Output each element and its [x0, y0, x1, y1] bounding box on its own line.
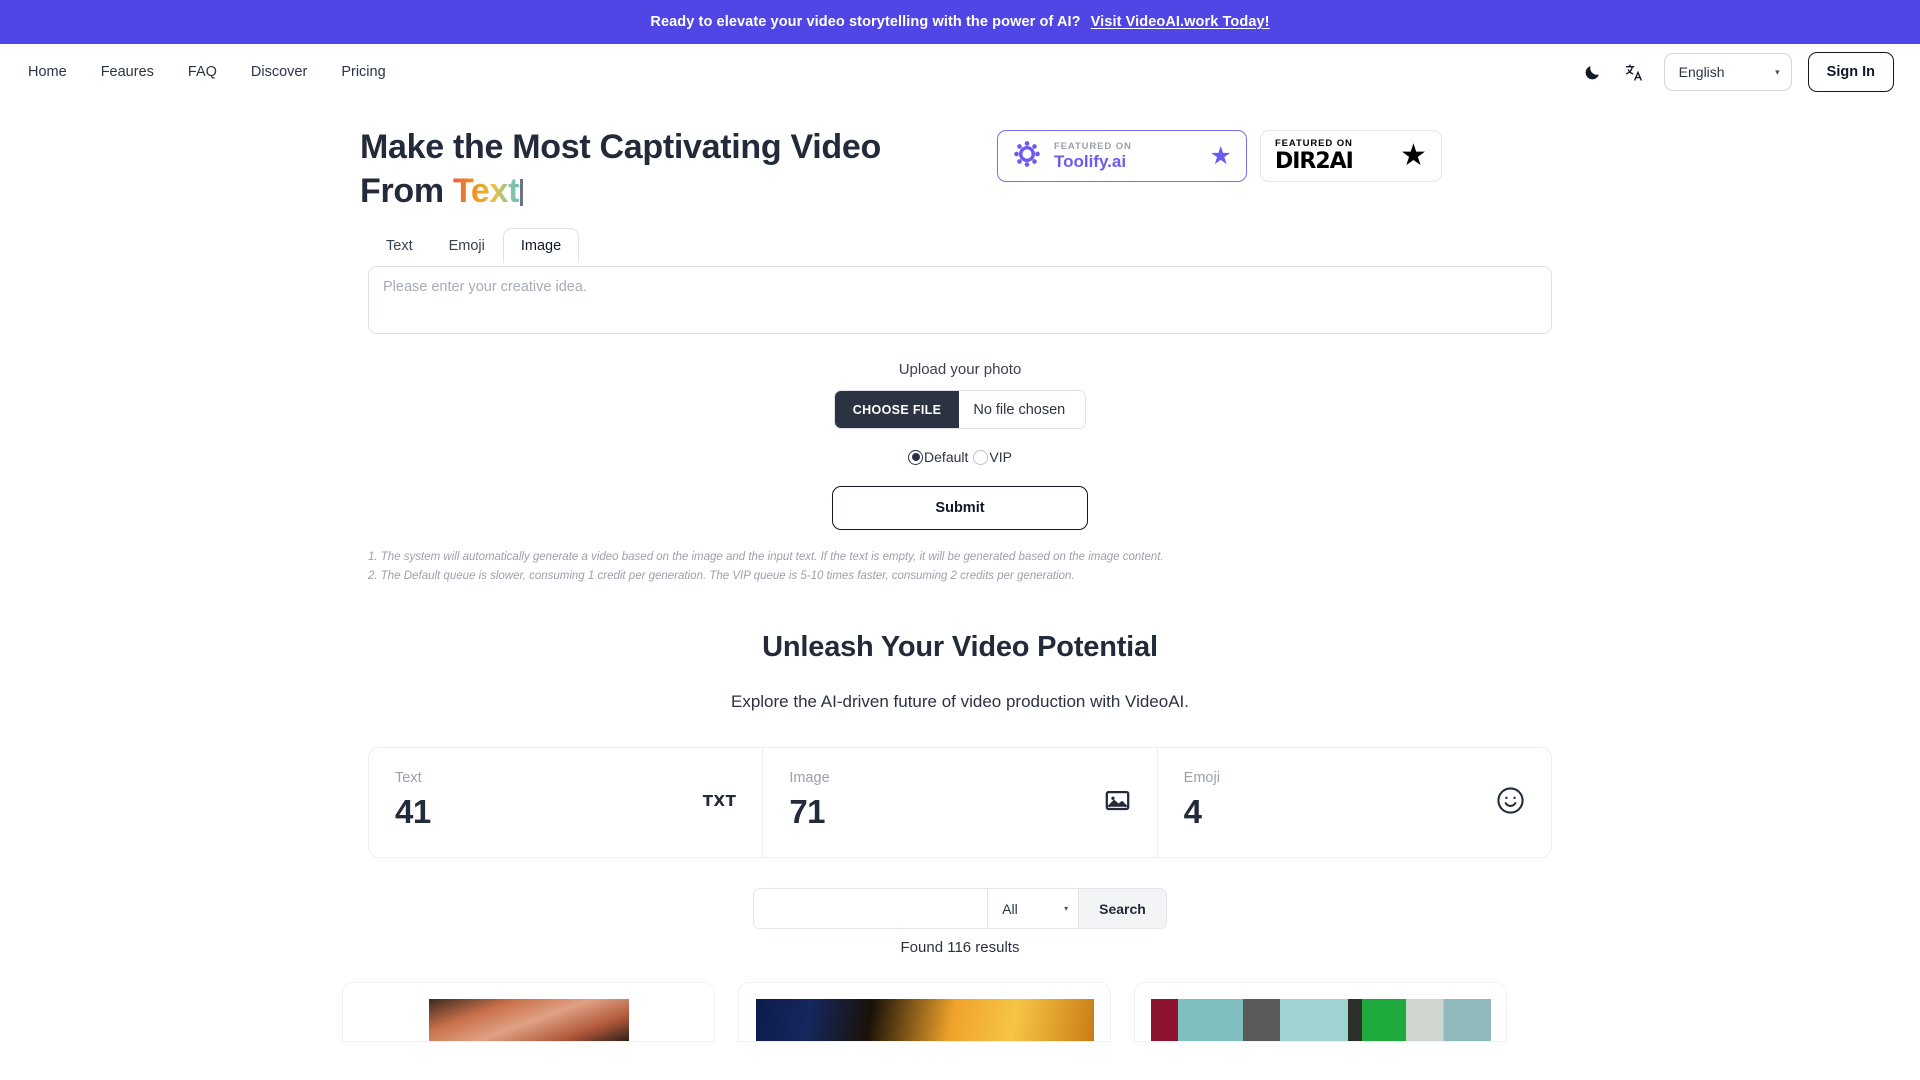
- language-selector-value: English: [1678, 64, 1725, 80]
- search-filter-select[interactable]: All ▾: [987, 889, 1079, 929]
- search-filter-value: All: [1002, 900, 1018, 917]
- hero-title-line2-prefix: From: [360, 171, 453, 210]
- language-selector[interactable]: English ▾: [1663, 53, 1792, 91]
- badge-toolify-text: FEATURED ON Toolify.ai: [1054, 141, 1132, 172]
- txt-icon: TXT: [702, 791, 737, 810]
- tab-text[interactable]: Text: [368, 228, 431, 263]
- tab-emoji[interactable]: Emoji: [431, 228, 503, 263]
- moon-icon[interactable]: [1580, 59, 1606, 85]
- file-input[interactable]: CHOOSE FILE No file chosen: [833, 390, 1087, 430]
- choose-file-button[interactable]: CHOOSE FILE: [834, 391, 960, 429]
- translate-icon[interactable]: [1622, 59, 1648, 85]
- gallery-grid: [342, 982, 1920, 1043]
- stat-text-value: 41: [395, 793, 431, 831]
- promo-banner-link[interactable]: Visit VideoAI.work Today!: [1091, 14, 1270, 30]
- file-name-label: No file chosen: [959, 391, 1086, 429]
- featured-badges: FEATURED ON Toolify.ai ★ FEATURED ON DIR…: [996, 130, 1442, 182]
- nav-link-features[interactable]: Feaures: [101, 64, 154, 80]
- nav-actions: English ▾ Sign In: [1580, 52, 1894, 92]
- search-section: All ▾ Search: [0, 888, 1920, 930]
- badge-dir2ai[interactable]: FEATURED ON DIR2AI ★: [1259, 130, 1442, 182]
- search-bar: All ▾ Search: [753, 888, 1167, 930]
- sign-in-button[interactable]: Sign In: [1807, 52, 1894, 92]
- radio-vip-label: VIP: [989, 449, 1012, 466]
- gallery-thumbnail-1: [428, 999, 629, 1042]
- nav-link-discover[interactable]: Discover: [251, 64, 307, 80]
- generator-note-2: 2. The Default queue is slower, consumin…: [368, 569, 1075, 582]
- tab-image[interactable]: Image: [502, 228, 580, 264]
- generator-notes: 1. The system will automatically generat…: [368, 548, 1552, 585]
- gallery-card-1[interactable]: [342, 982, 715, 1043]
- radio-vip-control[interactable]: [973, 449, 989, 465]
- stat-emoji-label: Emoji: [1183, 770, 1220, 787]
- idea-input[interactable]: [368, 266, 1552, 335]
- file-upload-row: CHOOSE FILE No file chosen: [368, 390, 1552, 430]
- badge-dir2ai-featured-label: FEATURED ON: [1274, 137, 1353, 149]
- search-button[interactable]: Search: [1078, 889, 1166, 929]
- badge-toolify-featured-label: FEATURED ON: [1053, 140, 1132, 152]
- hero-section: Make the Most Captivating Video From Tex…: [0, 100, 1920, 213]
- generator-form: Text Emoji Image Upload your photo CHOOS…: [368, 227, 1552, 585]
- hero-title-gradient-word: Text: [452, 171, 520, 210]
- hero-title-line1: Make the Most Captivating Video: [360, 128, 881, 166]
- gallery-thumbnail-2: [755, 999, 1094, 1042]
- stat-card-emoji: Emoji 4: [1156, 748, 1551, 858]
- typing-caret: [520, 178, 523, 206]
- submit-button[interactable]: Submit: [832, 486, 1088, 531]
- radio-vip[interactable]: VIP: [973, 449, 1012, 465]
- main-navigation: Home Feaures FAQ Discover Pricing Englis…: [0, 44, 1920, 100]
- nav-link-pricing[interactable]: Pricing: [341, 64, 385, 80]
- nav-link-faq[interactable]: FAQ: [188, 64, 217, 80]
- chevron-down-icon: ▾: [1775, 66, 1780, 77]
- promo-banner: Ready to elevate your video storytelling…: [0, 0, 1920, 44]
- page-title: Make the Most Captivating Video From Tex…: [360, 126, 881, 213]
- submit-row: Submit: [368, 486, 1552, 531]
- potential-section: Unleash Your Video Potential Explore the…: [0, 631, 1920, 712]
- nav-link-home[interactable]: Home: [28, 64, 67, 80]
- radio-default[interactable]: Default: [908, 449, 968, 465]
- picture-icon: [1104, 787, 1131, 814]
- radio-default-label: Default: [924, 449, 969, 466]
- gallery-card-2[interactable]: [738, 982, 1111, 1043]
- stat-card-image: Image 71: [762, 748, 1156, 858]
- upload-photo-label: Upload your photo: [898, 361, 1022, 379]
- generator-note-1: 1. The system will automatically generat…: [368, 551, 1164, 564]
- potential-heading: Unleash Your Video Potential: [762, 631, 1158, 664]
- stats-panel: Text 41 TXT Image 71 Emoji 4: [368, 747, 1552, 859]
- smiley-icon: [1496, 786, 1525, 815]
- star-icon: ★: [1400, 139, 1427, 172]
- queue-radio-group: Default VIP: [368, 449, 1552, 465]
- gallery-card-3[interactable]: [1134, 982, 1507, 1043]
- star-icon: ★: [1209, 141, 1232, 170]
- toolify-logo-icon: [1012, 139, 1042, 174]
- radio-default-control[interactable]: [908, 449, 924, 465]
- gallery-thumbnail-3: [1150, 999, 1491, 1042]
- nav-links: Home Feaures FAQ Discover Pricing: [28, 64, 386, 80]
- stat-image-label: Image: [789, 770, 830, 787]
- stat-text-label: Text: [395, 770, 422, 787]
- stat-emoji-value: 4: [1183, 793, 1202, 831]
- potential-subheading: Explore the AI-driven future of video pr…: [730, 692, 1189, 712]
- badge-dir2ai-text: FEATURED ON DIR2AI: [1274, 137, 1354, 174]
- generator-tabs: Text Emoji Image: [368, 227, 1552, 264]
- chevron-down-icon: ▾: [1064, 904, 1069, 914]
- badge-dir2ai-name: DIR2AI: [1274, 148, 1354, 174]
- promo-banner-text: Ready to elevate your video storytelling…: [650, 14, 1081, 30]
- badge-toolify-name: Toolify.ai: [1053, 151, 1127, 171]
- stat-image-value: 71: [789, 793, 826, 831]
- stat-card-text: Text 41 TXT: [369, 748, 762, 857]
- badge-toolify[interactable]: FEATURED ON Toolify.ai ★: [996, 130, 1247, 182]
- results-count: Found 116 results: [900, 939, 1020, 957]
- search-input[interactable]: [754, 889, 988, 929]
